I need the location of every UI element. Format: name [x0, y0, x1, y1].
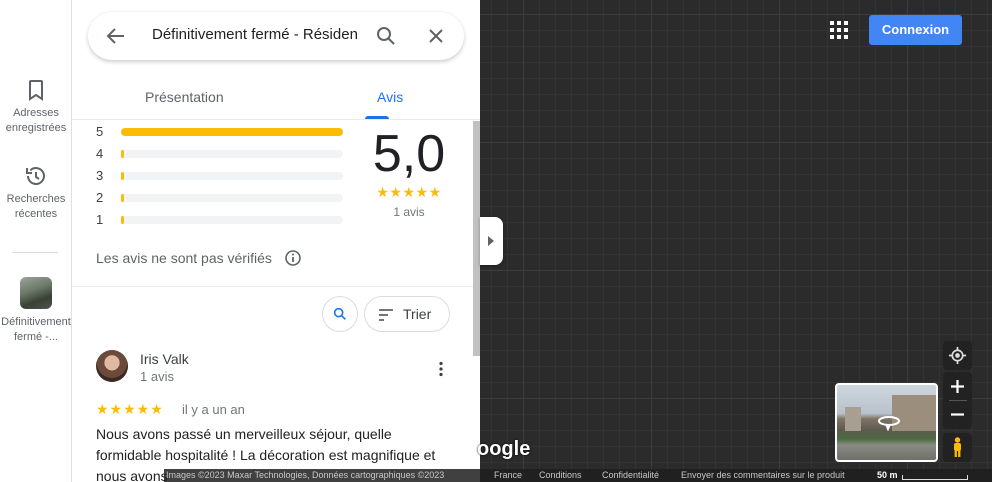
my-location-button[interactable]	[943, 341, 972, 370]
saved-places-label-1: Adresses	[13, 107, 59, 119]
location-target-icon	[948, 346, 967, 365]
more-options-icon[interactable]	[432, 360, 450, 378]
rating-bar-fill	[121, 216, 124, 224]
collapse-panel-button[interactable]	[480, 217, 503, 265]
reviewer-review-count: 1 avis	[140, 369, 174, 384]
close-icon[interactable]	[424, 24, 448, 48]
rating-bar-label: 4	[96, 146, 104, 161]
scale-bar	[902, 475, 968, 480]
street-view-building	[845, 407, 861, 431]
rating-bar-track	[121, 172, 343, 180]
zoom-divider	[949, 400, 967, 401]
terms-link[interactable]: Conditions	[539, 470, 582, 480]
sort-icon	[379, 309, 393, 321]
street-view-preview[interactable]	[835, 383, 938, 462]
tab-bar: Présentation Avis	[72, 76, 480, 120]
review-count[interactable]: 1 avis	[368, 205, 450, 219]
rating-bar-label: 5	[96, 124, 104, 139]
rating-bar-label: 1	[96, 212, 104, 227]
rating-bar-row: 3	[96, 168, 346, 183]
info-icon[interactable]	[284, 249, 302, 267]
average-stars: ★★★★★	[376, 184, 442, 200]
rating-bar-fill	[121, 128, 343, 136]
rail-divider	[12, 252, 58, 253]
panel-scrollbar[interactable]	[473, 121, 480, 356]
rating-bar-row: 2	[96, 190, 346, 205]
recent-searches-label-1: Recherches	[6, 193, 66, 205]
sort-button[interactable]: Trier	[364, 296, 450, 332]
history-icon	[26, 167, 45, 185]
rating-bar-track	[121, 128, 343, 136]
country-link[interactable]: France	[494, 470, 522, 480]
avatar[interactable]	[96, 350, 128, 382]
apps-grid-icon[interactable]	[829, 20, 849, 40]
search-icon	[333, 307, 346, 320]
sort-label: Trier	[403, 306, 432, 322]
rating-bar-fill	[121, 172, 124, 180]
recent-searches-label-2: récentes	[14, 208, 58, 220]
average-rating: 5,0	[372, 125, 446, 183]
unverified-notice: Les avis ne sont pas vérifiés	[96, 250, 272, 266]
rating-bar-fill	[121, 194, 124, 202]
rating-bar-label: 2	[96, 190, 104, 205]
saved-places-button[interactable]: Adresses enregistrées	[0, 78, 72, 136]
map-footer: Images ©2023 Maxar Technologies, Données…	[164, 469, 992, 482]
google-logo: oogle	[477, 438, 531, 460]
rating-bar-row: 4	[96, 146, 346, 161]
tab-overview[interactable]: Présentation	[145, 89, 224, 105]
section-divider	[72, 286, 473, 287]
rating-bar-label: 3	[96, 168, 104, 183]
reviewer-name[interactable]: Iris Valk	[140, 351, 189, 367]
back-arrow-icon[interactable]	[104, 24, 128, 48]
rating-bar-track	[121, 216, 343, 224]
recent-place-label-1: Définitivement	[1, 316, 71, 328]
rating-bar-fill	[121, 150, 124, 158]
privacy-link[interactable]: Confidentialité	[602, 470, 659, 480]
recent-place-item[interactable]: Définitivement fermé -...	[0, 277, 72, 345]
pegman-button[interactable]	[943, 433, 972, 462]
search-box[interactable]: Définitivement fermé - Résiden	[88, 12, 464, 60]
saved-places-label-2: enregistrées	[5, 122, 67, 134]
left-rail: Adresses enregistrées Recherches récente…	[0, 0, 72, 482]
rotate-360-icon	[878, 416, 900, 431]
review-time: il y a un an	[182, 402, 245, 417]
login-button[interactable]: Connexion	[869, 15, 962, 45]
place-thumbnail	[20, 277, 52, 309]
bookmark-icon	[29, 80, 43, 101]
feedback-link[interactable]: Envoyer des commentaires sur le produit	[681, 470, 845, 480]
rating-bar-row: 1	[96, 212, 346, 227]
rating-bar-track	[121, 150, 343, 158]
search-reviews-button[interactable]	[322, 296, 358, 332]
tab-reviews[interactable]: Avis	[377, 89, 403, 105]
zoom-out-icon[interactable]	[950, 407, 965, 422]
caret-right-icon	[488, 236, 494, 246]
recent-place-label-2: fermé -...	[13, 331, 58, 343]
review-stars: ★★★★★	[96, 401, 164, 417]
search-input[interactable]: Définitivement fermé - Résiden	[152, 26, 357, 43]
attribution-text: Images ©2023 Maxar Technologies, Données…	[166, 470, 445, 480]
scale-label[interactable]: 50 m	[877, 470, 898, 480]
rating-bar-track	[121, 194, 343, 202]
search-icon[interactable]	[374, 24, 398, 48]
place-panel: Définitivement fermé - Résiden Présentat…	[72, 0, 480, 482]
active-tab-indicator	[365, 116, 389, 119]
pegman-icon	[954, 437, 961, 457]
zoom-in-icon[interactable]	[950, 379, 965, 394]
rating-bar-row: 5	[96, 124, 346, 139]
recent-searches-button[interactable]: Recherches récentes	[0, 164, 72, 222]
